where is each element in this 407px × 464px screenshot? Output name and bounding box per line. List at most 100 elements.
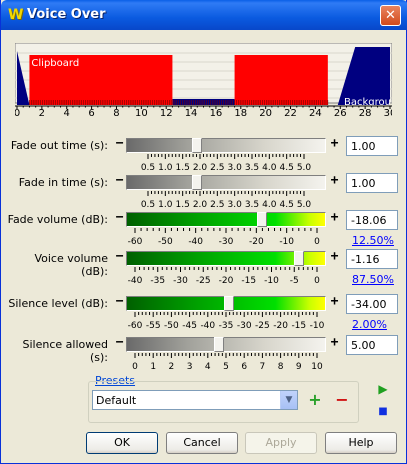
ruler-label: 2 (39, 108, 45, 116)
silence-level-value-field[interactable]: -34.00 (346, 294, 398, 314)
silence-allowed-decrease-button[interactable]: − (113, 336, 126, 350)
ruler-label: 8 (113, 108, 119, 116)
fade-volume-decrease-button[interactable]: − (113, 211, 126, 225)
silence-level-label: Silence level (dB): (8, 297, 108, 310)
scale-label: 2.5 (210, 163, 224, 173)
scale-label: 3.5 (245, 163, 259, 173)
cancel-button[interactable]: Cancel (166, 432, 238, 454)
ruler-label: 4 (64, 108, 70, 116)
scale-label: 2 (169, 362, 175, 372)
ruler-label: 6 (88, 108, 94, 116)
help-button[interactable]: Help (325, 432, 397, 454)
clip-label: Clipboard (31, 58, 79, 69)
scale-label: -55 (146, 321, 161, 331)
remove-preset-button[interactable]: − (332, 390, 352, 410)
voice-over-window: W Voice Over ✕ ClipboardBackground024681… (0, 0, 407, 464)
fade-out-time-value-field[interactable]: 1.00 (346, 136, 398, 156)
silence-allowed-scale: 0 1 2 3 4 5 6 7 8 9 10 (132, 353, 323, 372)
scale-label: -35 (150, 276, 165, 286)
play-button[interactable]: ▶ (373, 380, 393, 400)
silence-allowed-label: Silence allowed (s): (22, 338, 108, 364)
scale-label: -40 (188, 237, 203, 247)
fade-out-time-increase-button[interactable]: + (328, 137, 341, 151)
voice-volume-label: Voice volume (dB): (34, 252, 108, 278)
fade-volume-thumb[interactable] (257, 212, 268, 227)
voice-volume-slider[interactable] (126, 251, 326, 266)
voice-volume-value-field[interactable]: -1.16 (346, 249, 398, 269)
silence-allowed-value-field[interactable]: 5.00 (346, 335, 398, 355)
chevron-down-icon[interactable]: ▼ (280, 391, 297, 409)
voice-volume-increase-button[interactable]: + (328, 250, 341, 264)
scale-label: 4.5 (280, 163, 294, 173)
scale-label: 1.5 (176, 200, 190, 210)
title-bar: W Voice Over ✕ (1, 0, 407, 30)
timeline[interactable]: ClipboardBackground024681012141618202224… (15, 43, 392, 116)
scale-label: -60 (128, 321, 143, 331)
silence-level-scale: -60 -55 -50 -45 -40 -35 -30 -25 -20 -15 -10 (128, 312, 325, 331)
scale-label: -20 (219, 276, 234, 286)
silence-level-decrease-button[interactable]: − (113, 295, 126, 309)
fade-in-time-decrease-button[interactable]: − (113, 174, 126, 188)
fade-in-time-value-field[interactable]: 1.00 (346, 173, 398, 193)
add-preset-button[interactable]: + (305, 390, 325, 410)
close-icon[interactable]: ✕ (380, 5, 401, 26)
scale-label: 0 (314, 237, 320, 247)
scale-label: 2.0 (193, 200, 208, 210)
fade-in-time-thumb[interactable] (192, 175, 203, 190)
scale-label: 7 (260, 362, 266, 372)
fade-volume-percent-link[interactable]: 12.50% (352, 234, 394, 247)
voice-volume-thumb[interactable] (294, 251, 305, 266)
fade-out-time-slider[interactable] (126, 138, 326, 153)
ruler-label: 30 (384, 108, 392, 116)
scale-label: -20 (273, 321, 288, 331)
scale-label: 6 (241, 362, 247, 372)
scale-label: 1 (150, 362, 156, 372)
fade-in-time-scale: 0.5 1.0 1.5 2.0 2.5 3.0 3.5 4.0 4.5 5.0 (141, 191, 311, 210)
voice-volume-percent-link[interactable]: 87.50% (352, 273, 394, 286)
scale-label: -45 (182, 321, 197, 331)
scale-label: -15 (241, 276, 256, 286)
window-title: Voice Over (27, 7, 106, 22)
presets-dropdown[interactable]: Default ▼ (92, 390, 298, 410)
fade-volume-value-field[interactable]: -18.06 (346, 210, 398, 230)
scale-label: -30 (237, 321, 252, 331)
scale-label: 9 (296, 362, 302, 372)
presets-selected: Default (96, 394, 137, 407)
scale-label: 10 (311, 362, 323, 372)
scale-label: 1.5 (176, 163, 190, 173)
fade-out-time-thumb[interactable] (192, 138, 203, 153)
silence-level-thumb[interactable] (223, 296, 234, 311)
ruler-label: 28 (359, 108, 372, 116)
fade-out-time-label: Fade out time (s): (10, 139, 108, 152)
fade-in-time-increase-button[interactable]: + (328, 174, 341, 188)
stop-button[interactable]: ■ (373, 402, 393, 422)
clip-segment-2[interactable] (234, 55, 328, 105)
scale-label: -40 (128, 276, 143, 286)
scale-label: -50 (158, 237, 173, 247)
voice-volume-scale: -40 -35 -30 -25 -20 -15 -10 -5 0 (128, 267, 320, 286)
ruler-label: 12 (160, 108, 173, 116)
fade-in-time-slider[interactable] (126, 175, 326, 190)
silence-allowed-slider[interactable] (126, 337, 326, 352)
silence-level-increase-button[interactable]: + (328, 295, 341, 309)
fade-volume-slider[interactable] (126, 212, 326, 227)
scale-label: -60 (128, 237, 143, 247)
ruler-label: 16 (210, 108, 223, 116)
scale-label: -50 (164, 321, 179, 331)
silence-allowed-increase-button[interactable]: + (328, 336, 341, 350)
voice-volume-decrease-button[interactable]: − (113, 250, 126, 264)
apply-button[interactable]: Apply (245, 432, 317, 454)
scale-label: -10 (279, 237, 294, 247)
fade-in-time-label: Fade in time (s): (18, 176, 108, 189)
scale-label: -25 (196, 276, 211, 286)
silence-level-percent-link[interactable]: 2.00% (352, 318, 387, 331)
silence-allowed-thumb[interactable] (214, 337, 225, 352)
fade-out-time-decrease-button[interactable]: − (113, 137, 126, 151)
silence-level-slider[interactable] (126, 296, 326, 311)
fade-volume-increase-button[interactable]: + (328, 211, 341, 225)
scale-label: -10 (264, 276, 279, 286)
scale-label: 2.5 (210, 200, 224, 210)
scale-label: 1.0 (158, 163, 173, 173)
scale-label: 4.5 (280, 200, 294, 210)
ok-button[interactable]: OK (86, 432, 158, 454)
